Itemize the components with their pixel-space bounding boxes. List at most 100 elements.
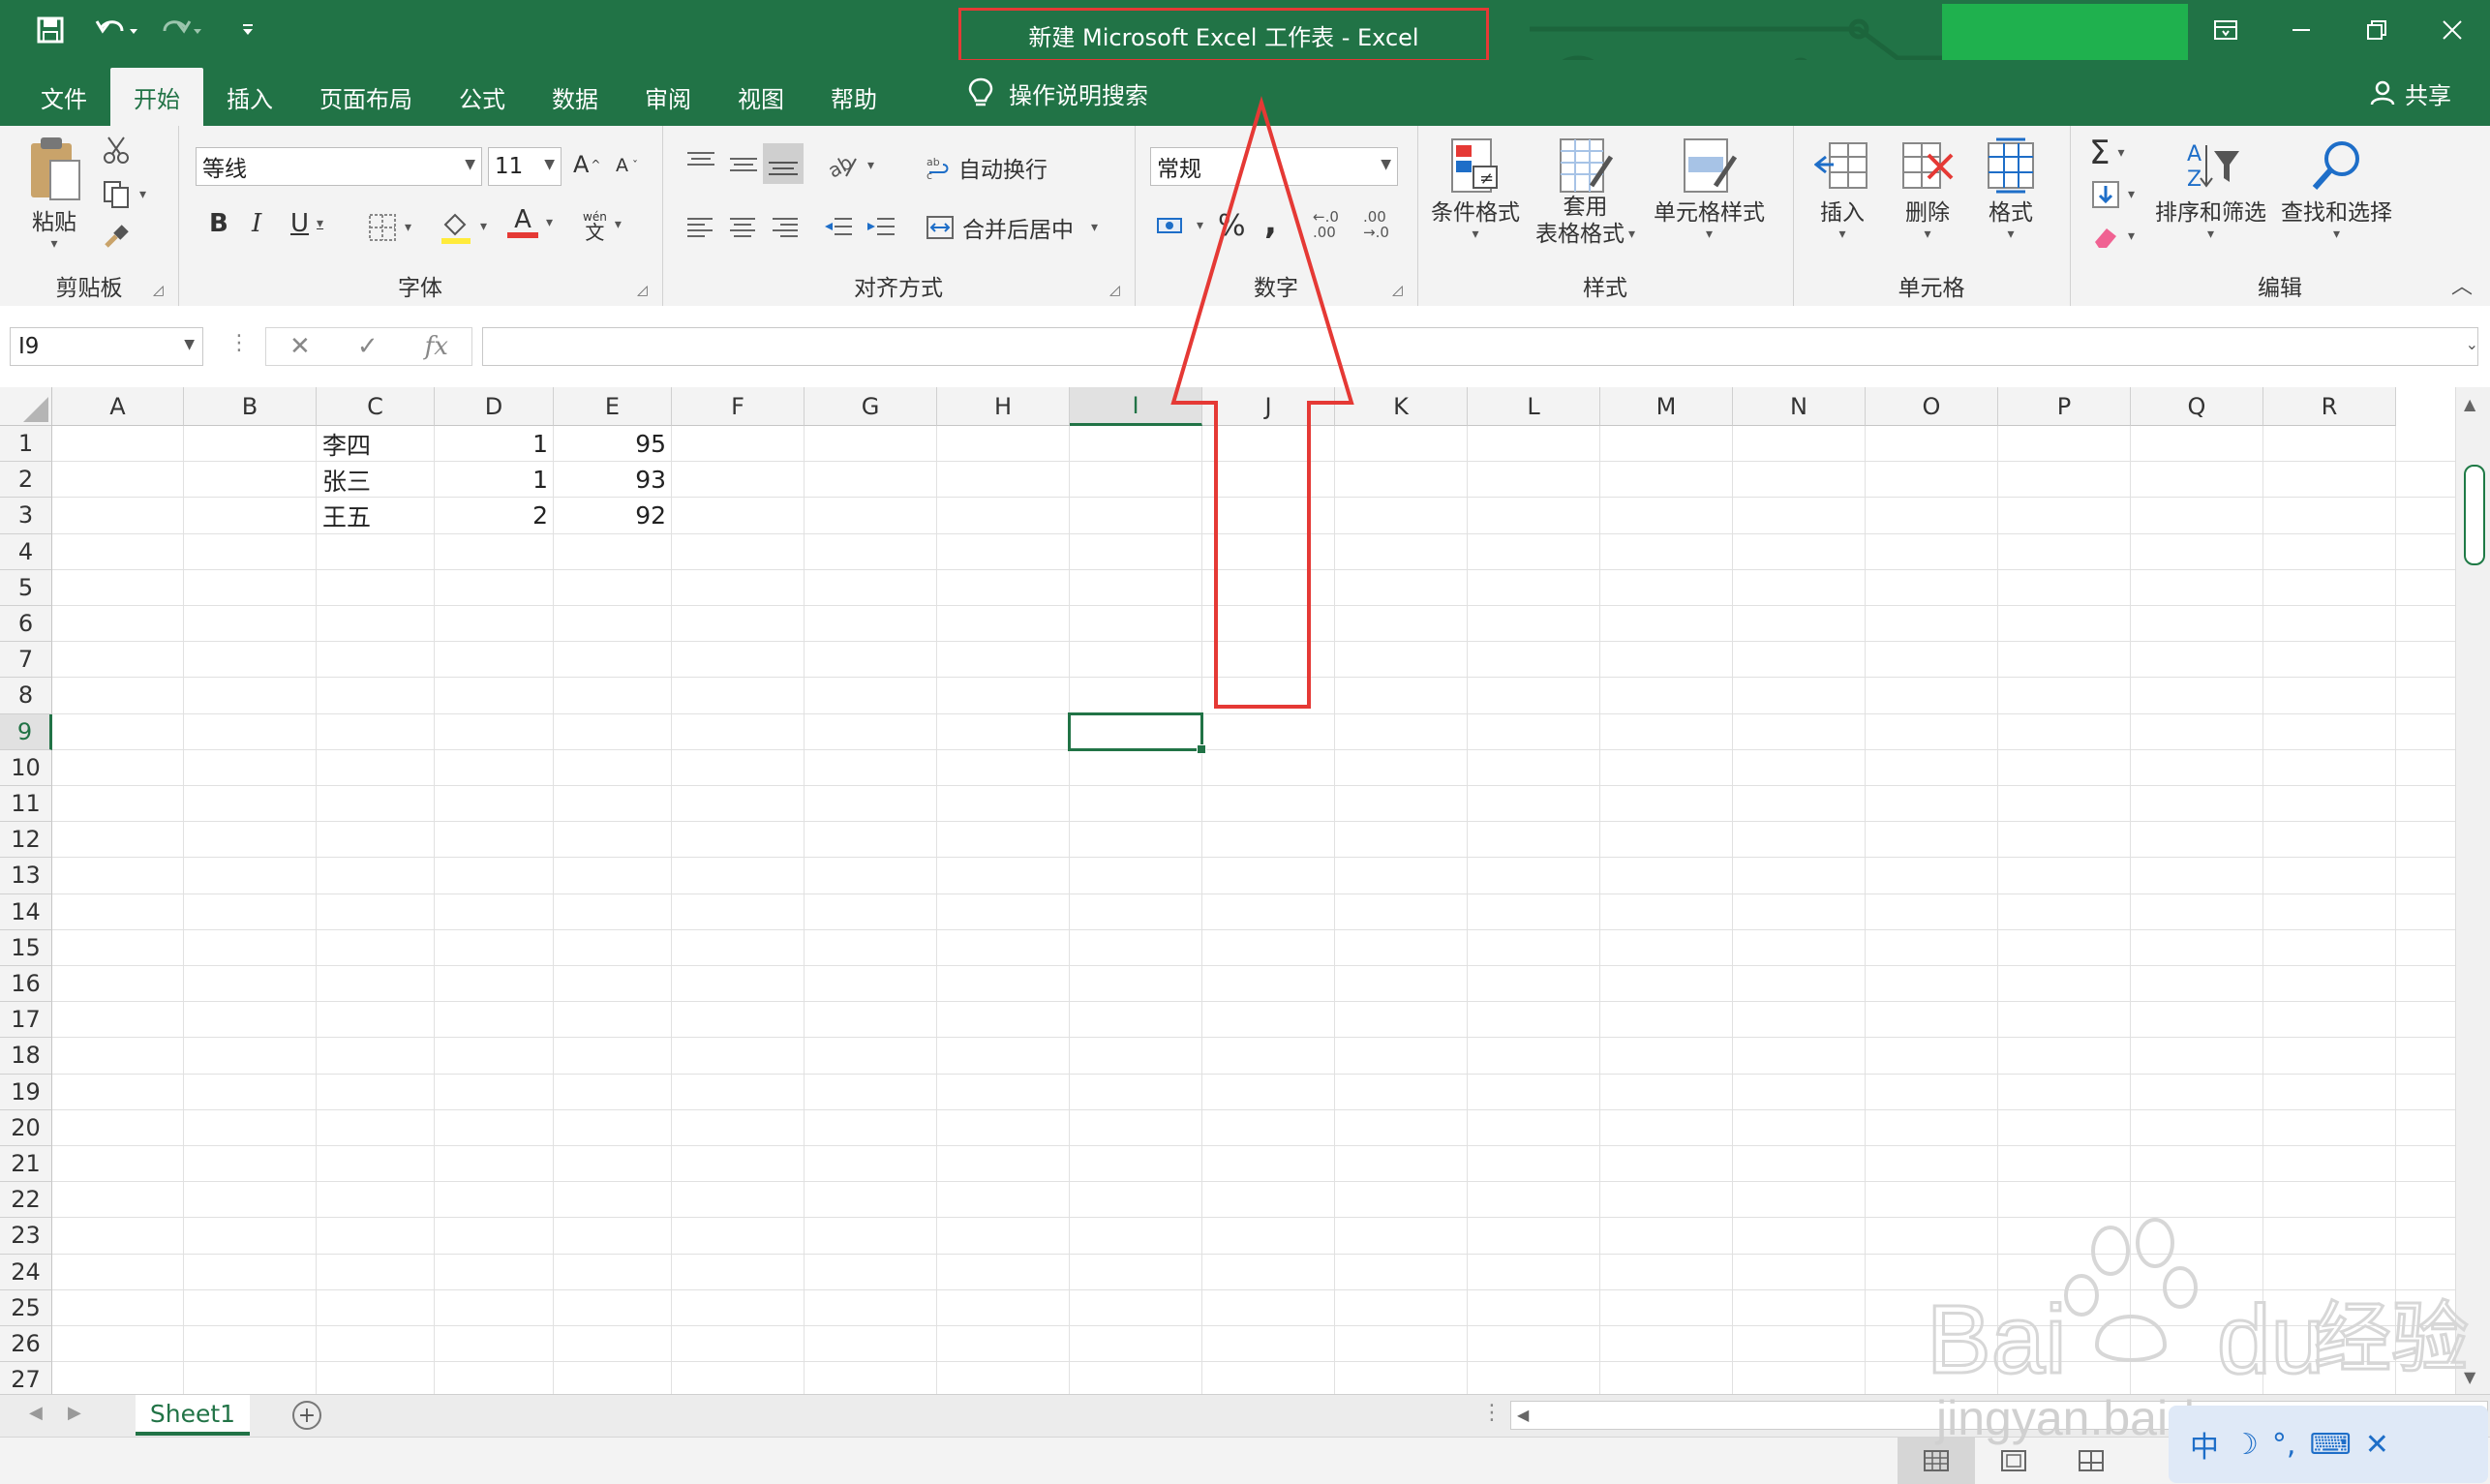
conditional-formatting-button[interactable]: ≠ 条件格式 ▾: [1431, 137, 1520, 242]
decrease-decimal-button[interactable]: .00 →.0: [1363, 209, 1389, 240]
row-header-7[interactable]: 7: [0, 642, 52, 679]
align-right-icon[interactable]: [771, 215, 800, 238]
row-header-8[interactable]: 8: [0, 678, 52, 714]
share-button[interactable]: 共享: [2370, 60, 2451, 126]
row-header-21[interactable]: 21: [0, 1146, 52, 1183]
prev-sheet-button[interactable]: ◀: [29, 1403, 43, 1423]
align-top-icon[interactable]: [685, 149, 716, 172]
column-header-g[interactable]: G: [805, 387, 937, 426]
row-header-17[interactable]: 17: [0, 1002, 52, 1039]
tab-help[interactable]: 帮助: [807, 68, 900, 126]
row-header-15[interactable]: 15: [0, 929, 52, 966]
shrink-font-button[interactable]: Aˇ: [616, 155, 638, 176]
column-header-r[interactable]: R: [2263, 387, 2396, 426]
align-bottom-button[interactable]: [763, 143, 804, 184]
expand-formula-bar-button[interactable]: ⌄: [2466, 335, 2478, 353]
row-header-25[interactable]: 25: [0, 1289, 52, 1326]
accounting-format-button[interactable]: ▾: [1156, 211, 1203, 240]
vertical-scroll-thumb[interactable]: [2464, 465, 2485, 565]
clear-button[interactable]: ▾: [2091, 223, 2135, 250]
name-box[interactable]: I9 ▼: [10, 327, 203, 366]
cut-button[interactable]: [103, 136, 130, 165]
row-header-20[interactable]: 20: [0, 1109, 52, 1146]
confirm-entry-icon[interactable]: ✓: [357, 332, 379, 361]
font-color-button[interactable]: A ▾: [507, 207, 553, 238]
tab-home[interactable]: 开始: [110, 68, 203, 126]
collapse-ribbon-button[interactable]: ︿: [2451, 269, 2473, 300]
row-header-27[interactable]: 27: [0, 1362, 52, 1394]
column-header-d[interactable]: D: [435, 387, 554, 426]
column-header-m[interactable]: M: [1600, 387, 1733, 426]
column-header-n[interactable]: N: [1733, 387, 1866, 426]
tab-split-grip[interactable]: ⋮: [1481, 1401, 1503, 1425]
tab-review[interactable]: 审阅: [622, 68, 714, 126]
number-launcher[interactable]: ◿: [1392, 283, 1408, 298]
increase-indent-icon[interactable]: [865, 215, 896, 238]
row-header-11[interactable]: 11: [0, 786, 52, 823]
row-header-4[interactable]: 4: [0, 533, 52, 570]
cell-e1[interactable]: 95: [554, 426, 672, 462]
align-center-icon[interactable]: [728, 215, 757, 238]
decrease-indent-icon[interactable]: [823, 215, 854, 238]
column-header-c[interactable]: C: [317, 387, 435, 426]
scroll-up-button[interactable]: ▲: [2464, 395, 2475, 413]
column-header-p[interactable]: P: [1998, 387, 2131, 426]
align-left-icon[interactable]: [685, 215, 714, 238]
tab-view[interactable]: 视图: [714, 68, 807, 126]
column-header-o[interactable]: O: [1866, 387, 1998, 426]
row-header-1[interactable]: 1: [0, 426, 52, 463]
row-header-12[interactable]: 12: [0, 822, 52, 859]
sheet-tab-sheet1[interactable]: Sheet1: [136, 1395, 250, 1436]
scroll-left-button[interactable]: ◀: [1517, 1406, 1529, 1424]
cell-c1[interactable]: 李四: [317, 426, 435, 462]
phonetic-guide-button[interactable]: wén 文 ▾: [583, 209, 622, 242]
cell-d2[interactable]: 1: [435, 462, 554, 498]
grow-font-button[interactable]: A ^: [573, 151, 600, 178]
fill-color-button[interactable]: ▾: [440, 209, 487, 244]
find-select-button[interactable]: 查找和选择 ▾: [2281, 137, 2392, 242]
row-header-22[interactable]: 22: [0, 1182, 52, 1219]
row-header-10[interactable]: 10: [0, 749, 52, 786]
paste-button[interactable]: 粘贴 ▾: [25, 136, 83, 252]
column-header-k[interactable]: K: [1335, 387, 1468, 426]
format-painter-button[interactable]: [103, 223, 130, 250]
sort-filter-button[interactable]: AZ 排序和筛选 ▾: [2155, 137, 2266, 242]
row-header-9[interactable]: 9: [0, 713, 52, 750]
formula-input[interactable]: [482, 327, 2478, 366]
tab-data[interactable]: 数据: [529, 68, 622, 126]
fill-button[interactable]: ▾: [2091, 180, 2135, 209]
delete-cells-button[interactable]: 删除 ▾: [1899, 137, 1956, 242]
next-sheet-button[interactable]: ▶: [68, 1403, 81, 1423]
alignment-launcher[interactable]: ◿: [1109, 283, 1125, 298]
column-header-b[interactable]: B: [184, 387, 317, 426]
row-header-23[interactable]: 23: [0, 1218, 52, 1255]
row-header-6[interactable]: 6: [0, 606, 52, 643]
save-button[interactable]: [29, 9, 72, 51]
undo-button[interactable]: [95, 9, 137, 51]
orientation-button[interactable]: ab ▾: [827, 151, 874, 180]
column-header-f[interactable]: F: [672, 387, 805, 426]
format-cells-button[interactable]: 格式 ▾: [1983, 137, 2039, 242]
customize-qat-button[interactable]: [227, 9, 269, 51]
row-header-19[interactable]: 19: [0, 1074, 52, 1110]
comma-button[interactable]: ,: [1264, 203, 1277, 242]
tab-page-layout[interactable]: 页面布局: [296, 68, 436, 126]
select-all-button[interactable]: [0, 387, 52, 426]
cell-e2[interactable]: 93: [554, 462, 672, 498]
font-size-combo[interactable]: 11 ▼: [488, 147, 562, 186]
column-header-h[interactable]: H: [937, 387, 1070, 426]
ime-toolbar[interactable]: 中 ☽ °, ⌨ ✕: [2169, 1406, 2488, 1483]
row-header-26[interactable]: 26: [0, 1326, 52, 1363]
column-header-a[interactable]: A: [52, 387, 184, 426]
ribbon-display-options-button[interactable]: [2188, 0, 2263, 60]
row-header-5[interactable]: 5: [0, 569, 52, 606]
redo-button[interactable]: [161, 9, 203, 51]
minimize-button[interactable]: [2263, 0, 2339, 60]
cell-c3[interactable]: 王五: [317, 498, 435, 533]
tell-me-search[interactable]: 操作说明搜索: [968, 60, 1148, 126]
cell-d3[interactable]: 2: [435, 498, 554, 533]
row-header-16[interactable]: 16: [0, 966, 52, 1003]
insert-function-icon[interactable]: fx: [425, 332, 448, 361]
row-header-13[interactable]: 13: [0, 858, 52, 894]
tab-insert[interactable]: 插入: [203, 68, 296, 126]
